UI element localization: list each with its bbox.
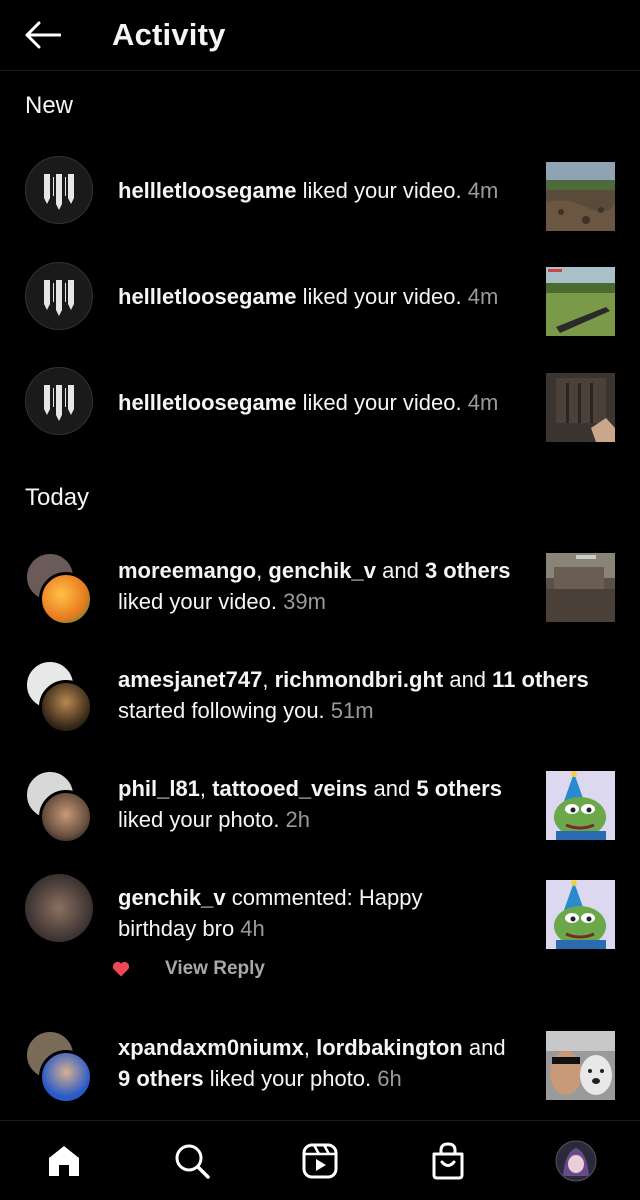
activity-text: hellletloosegame liked your video. 4m bbox=[118, 387, 498, 418]
activity-text: xpandaxm0niumx, lordbakington and 9 othe… bbox=[118, 1032, 506, 1094]
username[interactable]: hellletloosegame bbox=[118, 284, 297, 309]
username[interactable]: hellletloosegame bbox=[118, 390, 297, 415]
avatar bbox=[39, 572, 93, 626]
nav-home[interactable] bbox=[32, 1129, 96, 1193]
header: Activity bbox=[0, 0, 640, 71]
profile-avatar bbox=[555, 1140, 597, 1181]
username[interactable]: moreemango bbox=[118, 558, 256, 583]
conjunction: and bbox=[367, 776, 417, 801]
timestamp: 51m bbox=[324, 698, 374, 723]
activity-action: liked your video. bbox=[296, 178, 462, 203]
timestamp: 4m bbox=[461, 390, 499, 415]
activity-text: amesjanet747, richmondbri.ght and 11 oth… bbox=[118, 664, 589, 726]
view-reply-button[interactable]: View Reply bbox=[165, 958, 265, 980]
shop-icon bbox=[432, 1141, 464, 1179]
username[interactable]: phil_l81 bbox=[118, 776, 200, 801]
timestamp: 39m bbox=[276, 589, 326, 614]
timestamp: 6h bbox=[371, 1066, 402, 1091]
username[interactable]: genchik_v bbox=[118, 885, 226, 910]
timestamp: 4m bbox=[461, 178, 499, 203]
activity-text: moreemango, genchik_v and 3 others liked… bbox=[118, 555, 511, 617]
avatar[interactable] bbox=[25, 874, 93, 942]
activity-text: genchik_v commented: Happy birthday bro … bbox=[118, 882, 422, 944]
back-arrow-icon bbox=[25, 21, 61, 49]
post-thumbnail[interactable] bbox=[546, 267, 615, 336]
separator: , bbox=[256, 558, 269, 583]
conjunction: and bbox=[443, 667, 493, 692]
post-thumbnail[interactable] bbox=[546, 553, 615, 622]
activity-action: liked your video. bbox=[296, 284, 462, 309]
timestamp: 4h bbox=[234, 916, 265, 941]
timestamp: 4m bbox=[461, 284, 499, 309]
reels-icon bbox=[302, 1143, 338, 1178]
avatar[interactable] bbox=[25, 367, 93, 435]
comment-text: commented: Happy bbox=[225, 885, 423, 910]
separator: , bbox=[262, 667, 275, 692]
activity-text: hellletloosegame liked your video. 4m bbox=[118, 281, 498, 312]
avatar bbox=[39, 790, 93, 844]
page-title: Activity bbox=[112, 17, 226, 52]
hll-logo-icon bbox=[44, 385, 74, 421]
others-count[interactable]: 5 others bbox=[416, 776, 502, 801]
post-thumbnail[interactable] bbox=[546, 162, 615, 231]
avatar[interactable] bbox=[25, 262, 93, 330]
post-thumbnail[interactable] bbox=[546, 1031, 615, 1100]
avatar-stack[interactable] bbox=[25, 552, 95, 626]
hll-logo-icon bbox=[44, 280, 74, 316]
post-thumbnail[interactable] bbox=[546, 373, 615, 442]
activity-action: started following you. bbox=[118, 698, 325, 723]
activity-action: liked your video. bbox=[296, 390, 462, 415]
bottom-nav bbox=[0, 1120, 640, 1200]
separator: , bbox=[199, 776, 213, 801]
separator: , bbox=[303, 1035, 317, 1060]
nav-search[interactable] bbox=[160, 1129, 224, 1193]
section-title-today: Today bbox=[25, 484, 90, 511]
username[interactable]: genchik_v bbox=[268, 558, 376, 583]
avatar bbox=[39, 1050, 93, 1104]
others-count[interactable]: 3 others bbox=[425, 558, 511, 583]
nav-profile[interactable] bbox=[544, 1129, 608, 1193]
activity-text: phil_l81, tattooed_veins and 5 others li… bbox=[118, 773, 502, 835]
timestamp: 2h bbox=[279, 807, 311, 832]
avatar[interactable] bbox=[25, 156, 93, 224]
avatar bbox=[39, 680, 93, 734]
username[interactable]: xpandaxm0niumx bbox=[118, 1035, 304, 1060]
activity-action: liked your photo. bbox=[203, 1066, 372, 1091]
username[interactable]: richmondbri.ght bbox=[275, 667, 444, 692]
post-thumbnail[interactable] bbox=[546, 771, 615, 840]
avatar-stack[interactable] bbox=[25, 660, 95, 734]
nav-reels[interactable] bbox=[288, 1129, 352, 1193]
activity-text: hellletloosegame liked your video. 4m bbox=[118, 175, 498, 206]
back-button[interactable] bbox=[23, 15, 63, 55]
nav-shop[interactable] bbox=[416, 1129, 480, 1193]
home-icon bbox=[49, 1145, 79, 1176]
comment-text: birthday bro bbox=[118, 916, 235, 941]
username[interactable]: tattooed_veins bbox=[212, 776, 367, 801]
section-title-new: New bbox=[25, 92, 74, 119]
avatar-stack[interactable] bbox=[25, 770, 95, 844]
username[interactable]: amesjanet747 bbox=[118, 667, 262, 692]
activity-action: liked your video. bbox=[118, 589, 277, 614]
conjunction: and bbox=[376, 558, 425, 583]
username[interactable]: hellletloosegame bbox=[118, 178, 297, 203]
others-count[interactable]: 11 others bbox=[492, 667, 589, 692]
post-thumbnail[interactable] bbox=[546, 880, 615, 949]
search-icon bbox=[175, 1144, 210, 1179]
heart-icon[interactable] bbox=[111, 959, 131, 979]
conjunction: and bbox=[462, 1035, 506, 1060]
reply-row: View Reply bbox=[111, 958, 265, 980]
others-count[interactable]: 9 others bbox=[118, 1066, 204, 1091]
activity-action: liked your photo. bbox=[118, 807, 280, 832]
hll-logo-icon bbox=[44, 174, 74, 210]
avatar-stack[interactable] bbox=[25, 1030, 95, 1104]
username[interactable]: lordbakington bbox=[316, 1035, 463, 1060]
